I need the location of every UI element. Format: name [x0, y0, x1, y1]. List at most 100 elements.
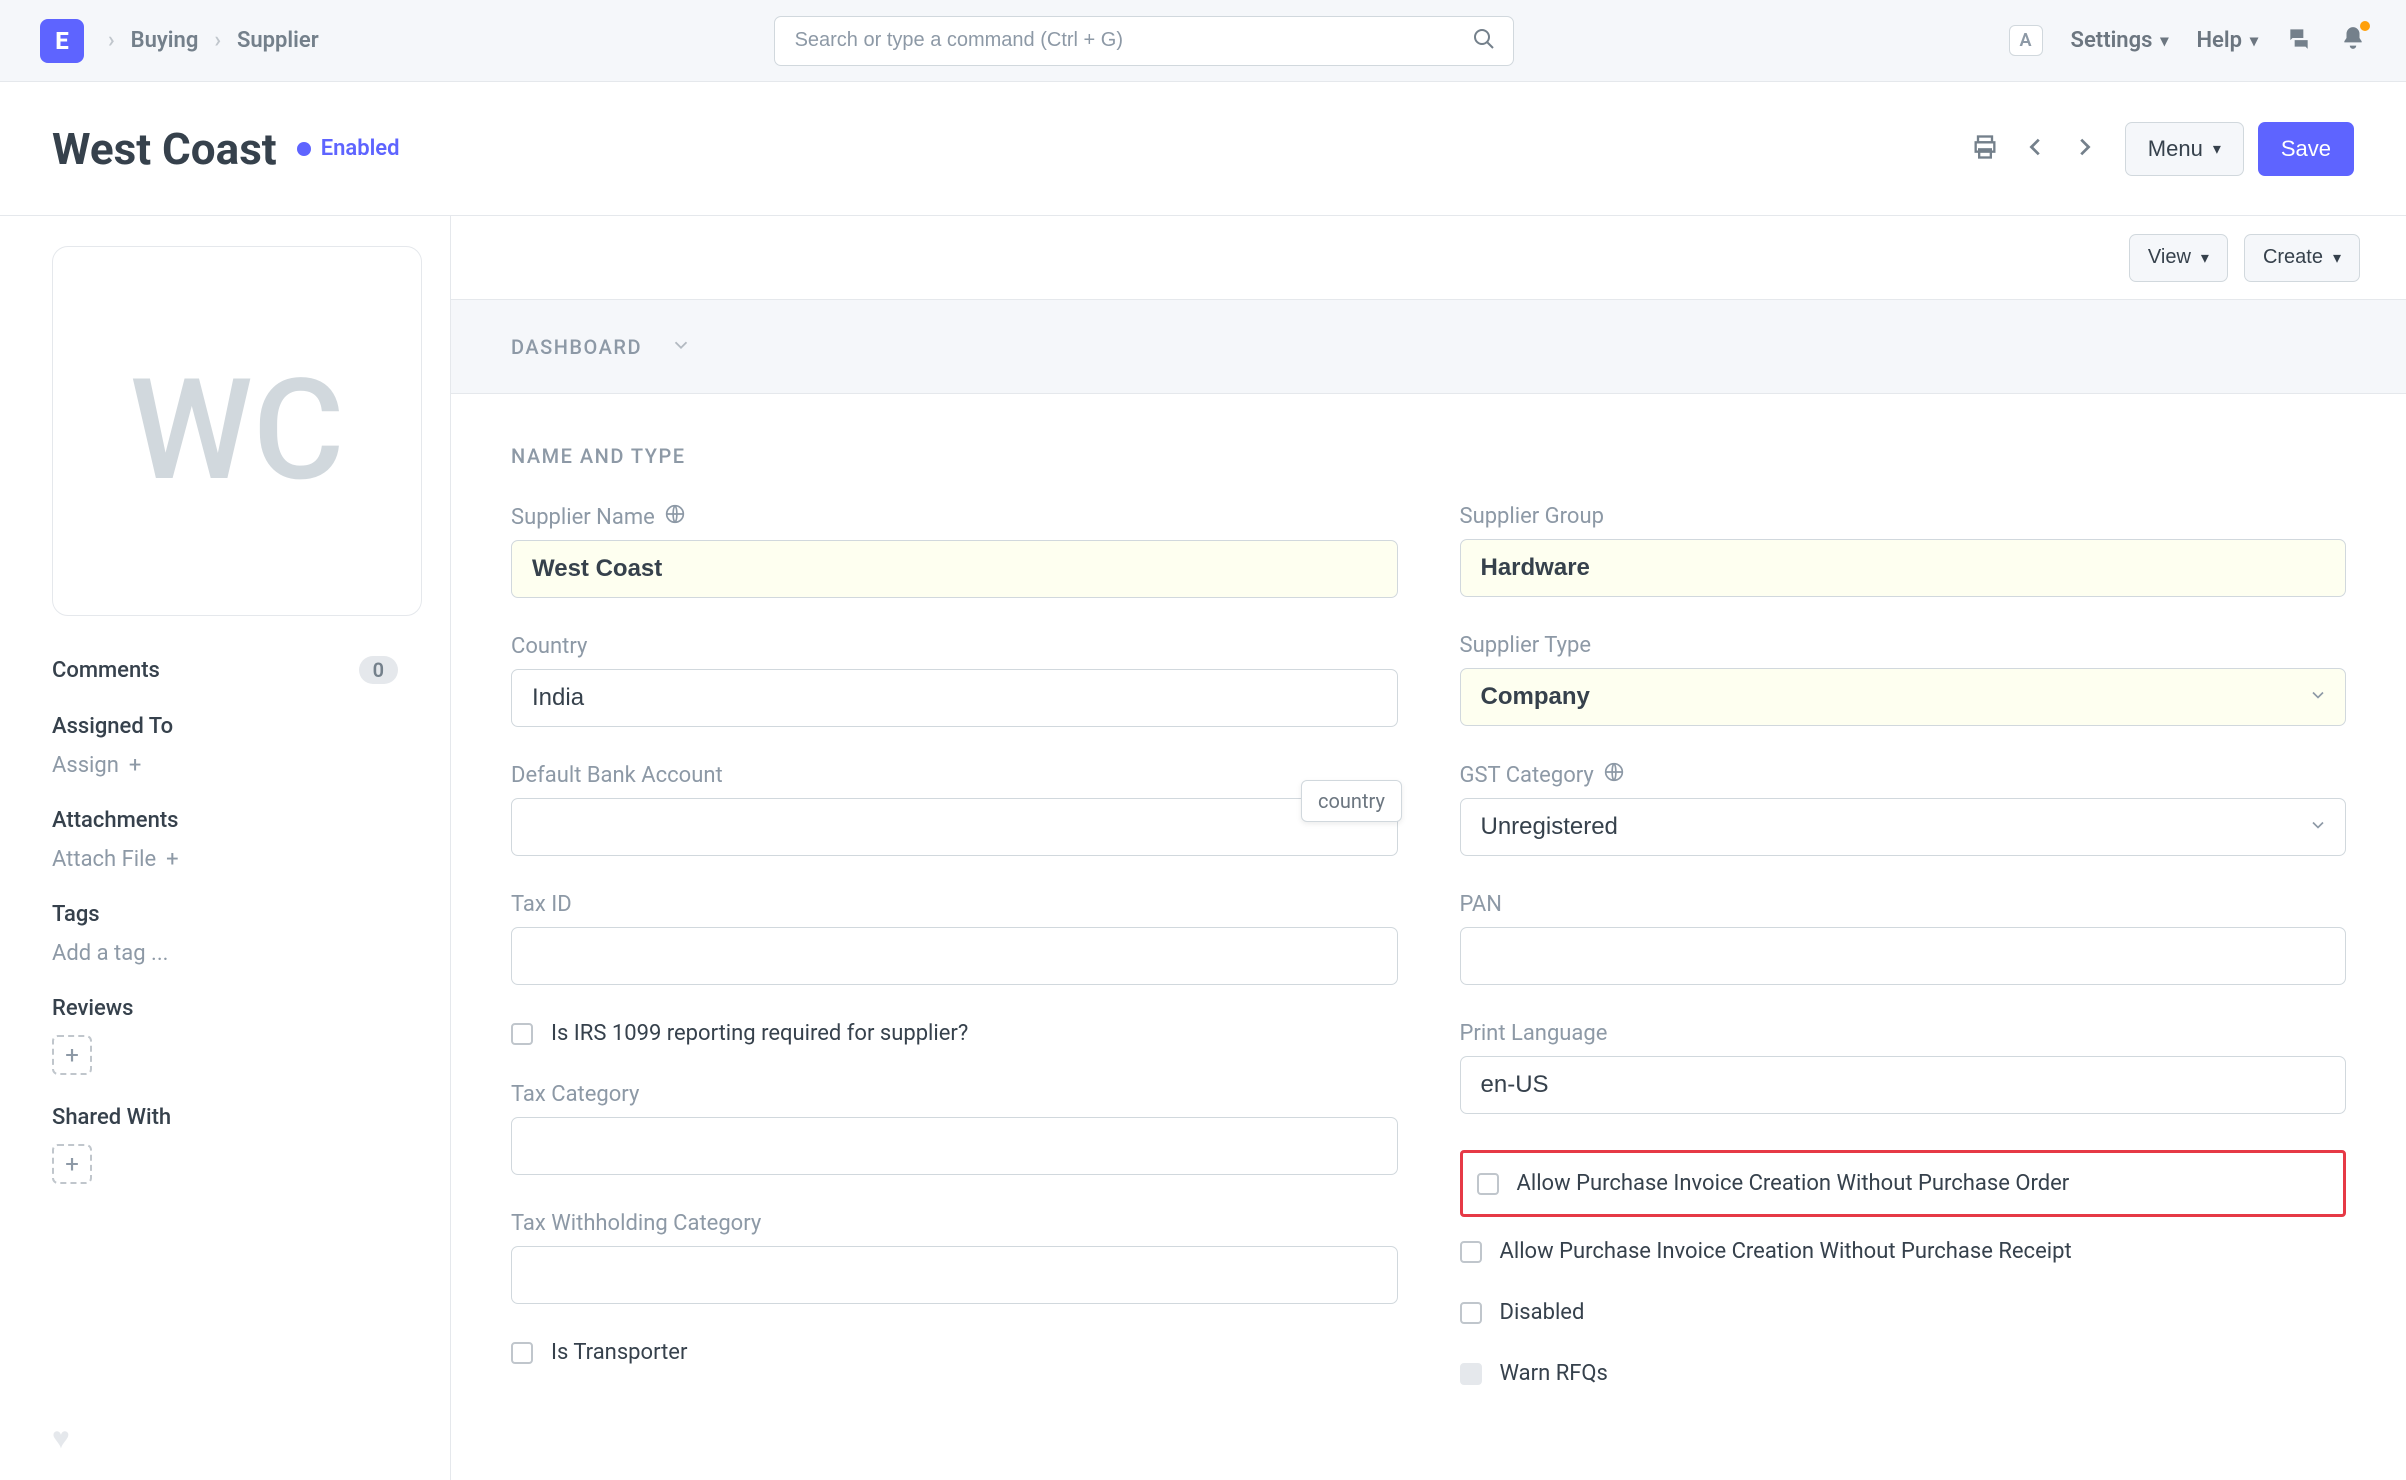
status-indicator — [297, 142, 311, 156]
create-button[interactable]: Create ▾ — [2244, 234, 2360, 282]
save-button[interactable]: Save — [2258, 122, 2354, 176]
allow-pr-checkbox-row[interactable]: Allow Purchase Invoice Creation Without … — [1460, 1239, 2347, 1264]
country-input[interactable] — [511, 669, 1398, 727]
add-tag-text: Add a tag ... — [52, 941, 168, 966]
tax-id-label: Tax ID — [511, 892, 572, 917]
help-menu[interactable]: Help ▾ — [2196, 28, 2258, 53]
supplier-type-select[interactable] — [1460, 668, 2347, 726]
allow-po-checkbox-row[interactable]: Allow Purchase Invoice Creation Without … — [1477, 1171, 2330, 1196]
warn-rfq-label: Warn RFQs — [1500, 1361, 1608, 1386]
view-label: View — [2148, 246, 2191, 269]
disabled-checkbox-row[interactable]: Disabled — [1460, 1300, 2347, 1325]
country-label: Country — [511, 634, 587, 659]
allow-po-label: Allow Purchase Invoice Creation Without … — [1517, 1171, 2070, 1196]
checkbox-icon — [1460, 1363, 1482, 1385]
supplier-name-input[interactable] — [511, 540, 1398, 598]
content-toolbar: View ▾ Create ▾ — [451, 216, 2406, 300]
supplier-name-label: Supplier Name — [511, 505, 655, 530]
pan-input[interactable] — [1460, 927, 2347, 985]
caret-down-icon: ▾ — [2333, 248, 2341, 268]
search-icon[interactable] — [1472, 27, 1496, 55]
page-title: West Coast — [52, 123, 277, 175]
like-icon[interactable]: ♥ — [52, 1421, 70, 1456]
page-header: West Coast Enabled Menu▾ Save — [0, 82, 2406, 216]
checkbox-icon — [511, 1342, 533, 1364]
attachments-label: Attachments — [52, 808, 398, 833]
prev-icon[interactable] — [2019, 127, 2053, 171]
dashboard-label: DASHBOARD — [511, 335, 642, 359]
globe-icon — [1604, 762, 1624, 788]
help-label: Help — [2196, 28, 2242, 53]
add-share-button[interactable]: + — [52, 1144, 92, 1184]
disabled-label: Disabled — [1500, 1300, 1585, 1325]
avatar-initials: WC — [130, 349, 345, 513]
breadcrumb: › Buying › Supplier — [108, 28, 319, 53]
next-icon[interactable] — [2067, 127, 2101, 171]
top-navbar: E › Buying › Supplier A Settings ▾ Help ▾ — [0, 0, 2406, 82]
app-logo[interactable]: E — [40, 19, 84, 63]
save-label: Save — [2281, 136, 2331, 162]
checkbox-icon — [1460, 1241, 1482, 1263]
bell-icon[interactable] — [2340, 25, 2366, 57]
tax-id-input[interactable] — [511, 927, 1398, 985]
pan-label: PAN — [1460, 892, 1502, 917]
supplier-type-label: Supplier Type — [1460, 633, 1592, 658]
highlighted-checkbox: Allow Purchase Invoice Creation Without … — [1460, 1150, 2347, 1217]
supplier-group-label: Supplier Group — [1460, 504, 1604, 529]
print-language-input[interactable] — [1460, 1056, 2347, 1114]
comments-count: 0 — [359, 656, 398, 684]
breadcrumb-buying[interactable]: Buying — [131, 28, 199, 53]
settings-label: Settings — [2071, 28, 2153, 53]
view-button[interactable]: View ▾ — [2129, 234, 2228, 282]
add-tag-action[interactable]: Add a tag ... — [52, 941, 398, 966]
assign-action[interactable]: Assign + — [52, 753, 398, 778]
form-sidebar: WC Comments 0 Assigned To Assign + Attac… — [0, 216, 450, 1480]
chevron-down-icon — [670, 334, 692, 360]
kbd-shortcut[interactable]: A — [2009, 25, 2043, 56]
caret-down-icon: ▾ — [2201, 248, 2209, 268]
gst-category-select[interactable] — [1460, 798, 2347, 856]
shared-with-label: Shared With — [52, 1105, 398, 1130]
caret-down-icon: ▾ — [2250, 31, 2258, 50]
caret-down-icon: ▾ — [2213, 139, 2221, 159]
tags-label: Tags — [52, 902, 398, 927]
tax-category-label: Tax Category — [511, 1082, 639, 1107]
chat-icon[interactable] — [2286, 25, 2312, 57]
section-heading: NAME AND TYPE — [511, 444, 2346, 468]
search-input[interactable] — [774, 16, 1514, 66]
default-bank-input[interactable] — [511, 798, 1398, 856]
print-icon[interactable] — [1965, 127, 2005, 171]
assign-text: Assign — [52, 753, 119, 778]
attach-file-action[interactable]: Attach File + — [52, 847, 398, 872]
tax-category-input[interactable] — [511, 1117, 1398, 1175]
checkbox-icon — [1477, 1173, 1499, 1195]
field-tooltip: country — [1301, 780, 1402, 822]
avatar[interactable]: WC — [52, 246, 422, 616]
comments-label[interactable]: Comments — [52, 658, 160, 683]
form-area: NAME AND TYPE Supplier Name — [451, 394, 2406, 1480]
supplier-group-input[interactable] — [1460, 539, 2347, 597]
irs-checkbox-row[interactable]: Is IRS 1099 reporting required for suppl… — [511, 1021, 1398, 1046]
chevron-right-icon: › — [108, 28, 115, 53]
create-label: Create — [2263, 246, 2323, 269]
assigned-to-label: Assigned To — [52, 714, 398, 739]
breadcrumb-supplier[interactable]: Supplier — [237, 28, 319, 53]
chevron-right-icon: › — [214, 28, 221, 53]
gst-category-label: GST Category — [1460, 763, 1594, 788]
menu-label: Menu — [2148, 136, 2203, 162]
allow-pr-label: Allow Purchase Invoice Creation Without … — [1500, 1239, 2072, 1264]
notification-dot — [2360, 21, 2370, 31]
tax-withholding-input[interactable] — [511, 1246, 1398, 1304]
print-language-label: Print Language — [1460, 1021, 1608, 1046]
checkbox-icon — [511, 1023, 533, 1045]
dashboard-bar[interactable]: DASHBOARD — [451, 300, 2406, 394]
attach-text: Attach File — [52, 847, 156, 872]
settings-menu[interactable]: Settings ▾ — [2071, 28, 2169, 53]
logo-letter: E — [55, 27, 68, 55]
default-bank-label: Default Bank Account — [511, 763, 723, 788]
menu-button[interactable]: Menu ▾ — [2125, 122, 2244, 176]
caret-down-icon: ▾ — [2160, 31, 2168, 50]
is-transporter-row[interactable]: Is Transporter — [511, 1340, 1398, 1365]
add-review-button[interactable]: + — [52, 1035, 92, 1075]
warn-rfq-checkbox-row[interactable]: Warn RFQs — [1460, 1361, 2347, 1386]
